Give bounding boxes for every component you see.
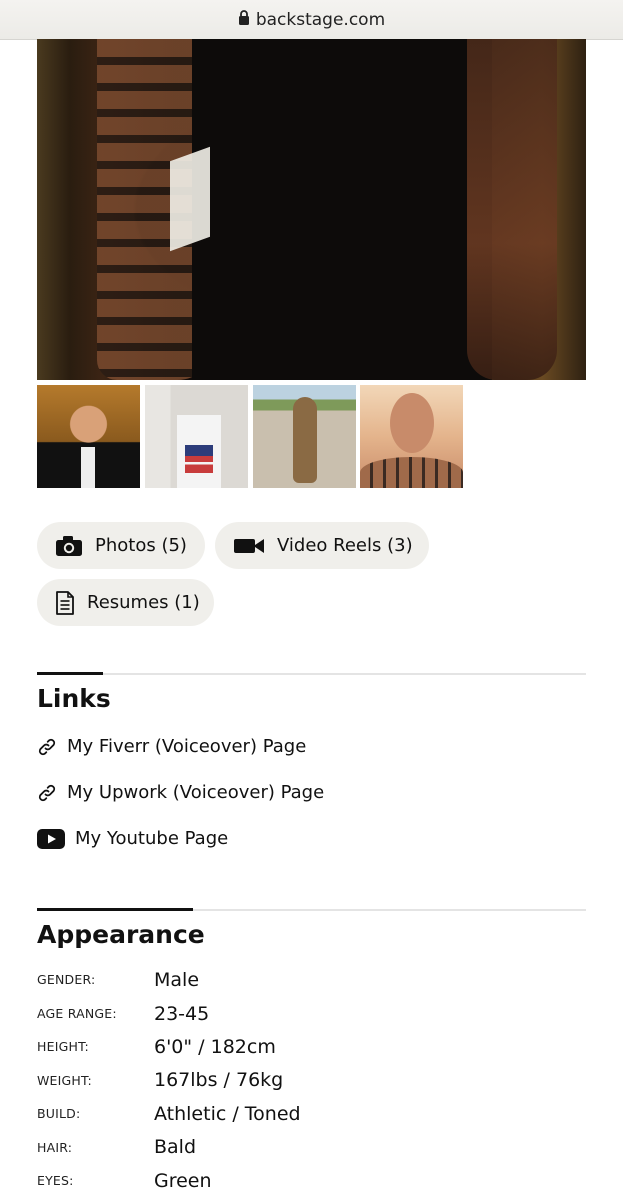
appearance-heading: Appearance <box>37 920 205 949</box>
link-icon <box>37 783 57 803</box>
links-heading: Links <box>37 684 111 713</box>
attr-label-gender: GENDER: <box>37 972 96 987</box>
attr-label-age-range: AGE RANGE: <box>37 1006 117 1021</box>
main-photo[interactable] <box>37 39 586 380</box>
url-text: backstage.com <box>255 9 386 30</box>
lock-icon <box>238 9 250 30</box>
attr-label-eyes: EYES: <box>37 1173 74 1188</box>
attr-value-height: 6'0" / 182cm <box>154 1036 276 1058</box>
attr-value-gender: Male <box>154 969 200 991</box>
link-label: My Upwork (Voiceover) Page <box>67 782 325 803</box>
section-divider <box>37 908 586 911</box>
attr-label-height: HEIGHT: <box>37 1039 89 1054</box>
attr-value-build: Athletic / Toned <box>154 1103 301 1125</box>
resumes-label: Resumes (1) <box>87 592 200 613</box>
link-upwork[interactable]: My Upwork (Voiceover) Page <box>37 782 324 803</box>
attr-value-weight: 167lbs / 76kg <box>154 1069 284 1091</box>
attr-value-age-range: 23-45 <box>154 1003 210 1025</box>
photo-thumbnail[interactable] <box>145 385 248 488</box>
video-reels-button[interactable]: Video Reels (3) <box>215 522 429 569</box>
attr-value-eyes: Green <box>154 1170 212 1192</box>
document-icon <box>55 590 75 615</box>
address-bar[interactable]: backstage.com <box>0 0 623 40</box>
video-camera-icon <box>233 537 265 555</box>
link-fiverr[interactable]: My Fiverr (Voiceover) Page <box>37 736 306 757</box>
photos-label: Photos (5) <box>95 535 187 556</box>
youtube-icon <box>37 828 65 849</box>
attr-value-hair: Bald <box>154 1136 197 1158</box>
photo-thumbnail[interactable] <box>253 385 356 488</box>
photo-thumbnail[interactable] <box>360 385 463 488</box>
link-icon <box>37 737 57 757</box>
link-label: My Fiverr (Voiceover) Page <box>67 736 307 757</box>
link-label: My Youtube Page <box>75 828 229 849</box>
attr-label-hair: HAIR: <box>37 1140 73 1155</box>
photo-thumbnail[interactable] <box>37 385 140 488</box>
section-divider <box>37 672 586 675</box>
attr-label-build: BUILD: <box>37 1106 81 1121</box>
resumes-button[interactable]: Resumes (1) <box>37 579 214 626</box>
video-reels-label: Video Reels (3) <box>277 535 413 556</box>
camera-icon <box>55 535 83 557</box>
attr-label-weight: WEIGHT: <box>37 1073 92 1088</box>
link-youtube[interactable]: My Youtube Page <box>37 828 228 849</box>
photos-button[interactable]: Photos (5) <box>37 522 205 569</box>
